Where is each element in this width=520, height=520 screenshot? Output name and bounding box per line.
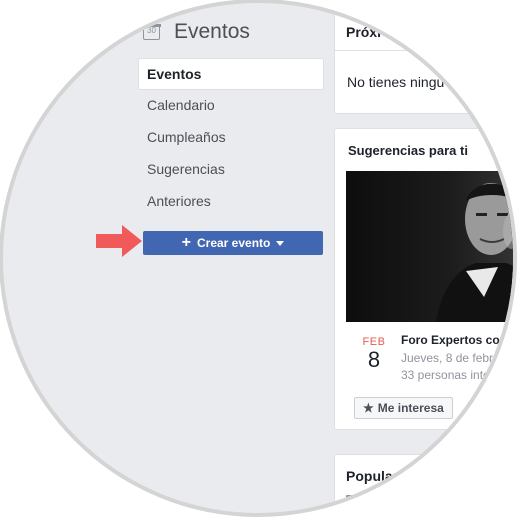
sidebar-item-cumpleanos[interactable]: Cumpleaños: [138, 122, 324, 154]
page-title: Eventos: [174, 20, 250, 43]
card-divider: [335, 50, 513, 51]
sidebar-nav: Eventos Calendario Cumpleaños Sugerencia…: [138, 58, 324, 218]
event-day: 8: [367, 347, 381, 372]
plus-icon: +: [181, 234, 191, 251]
suggestions-card: Sugerencias para ti FEB 8 Foro Expertos …: [334, 128, 513, 430]
page-header: 30 Eventos: [142, 19, 250, 45]
event-date-badge: FEB 8: [359, 336, 389, 372]
magnifier-lens: 30 Eventos Eventos Calendario Cumpleaños…: [3, 3, 513, 513]
upcoming-title: Próxi: [346, 24, 382, 40]
calendar-icon: 30: [142, 23, 161, 40]
popular-icon: [346, 495, 355, 504]
event-cover-photo[interactable]: [346, 171, 513, 322]
create-event-label: Crear evento: [196, 236, 271, 250]
popular-card: Popular: [334, 454, 513, 513]
sidebar-item-calendario[interactable]: Calendario: [138, 90, 324, 122]
sidebar-item-anteriores[interactable]: Anteriores: [138, 186, 324, 218]
upcoming-events-card: Próxi No tienes ningu: [334, 3, 513, 114]
popular-title: Popular: [346, 468, 399, 484]
upcoming-empty-text: No tienes ningu: [347, 74, 445, 90]
event-date-text: Jueves, 8 de febr: [401, 351, 494, 365]
caret-down-icon: [276, 241, 285, 246]
event-people-count: 33 personas inte: [401, 368, 490, 382]
interested-button[interactable]: ★ Me interesa: [354, 397, 453, 419]
create-event-button[interactable]: + Crear evento: [143, 231, 323, 255]
event-title-link[interactable]: Foro Expertos co: [401, 333, 500, 347]
star-icon: ★: [363, 401, 374, 415]
sidebar-item-sugerencias[interactable]: Sugerencias: [138, 154, 324, 186]
pointer-arrow-icon: [96, 225, 142, 257]
interested-label: Me interesa: [377, 401, 444, 415]
suggestions-title: Sugerencias para ti: [348, 143, 468, 158]
sidebar-item-eventos[interactable]: Eventos: [138, 58, 324, 90]
